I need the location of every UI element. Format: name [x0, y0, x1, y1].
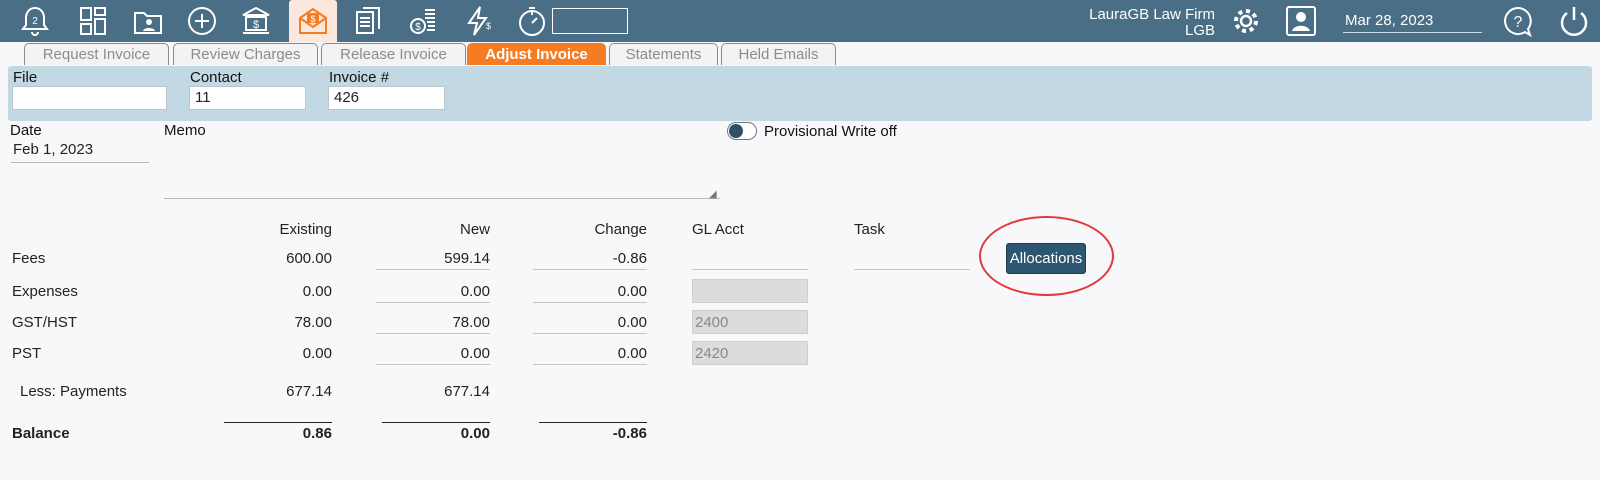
expenses-change-input[interactable]: 0.00	[533, 279, 647, 303]
pst-gl-field: 2420	[692, 341, 808, 365]
svg-text:$: $	[415, 22, 421, 33]
contact-label: Contact	[190, 69, 242, 86]
svg-text:$: $	[486, 21, 491, 31]
resize-grip-icon[interactable]: ◢	[709, 189, 717, 200]
col-task: Task	[854, 221, 885, 238]
top-toolbar: 2 $ $ $ $ LauraGB Law Firm LGB Mar 28, 2…	[0, 0, 1600, 42]
col-change: Change	[594, 221, 647, 238]
contact-input[interactable]: 11	[189, 86, 306, 110]
fees-task-input[interactable]	[854, 246, 970, 270]
dashboard-icon[interactable]	[69, 0, 117, 42]
fees-change-input[interactable]: -0.86	[533, 246, 647, 270]
help-icon[interactable]: ?	[1494, 0, 1542, 42]
svg-text:$: $	[310, 14, 315, 24]
allocations-button[interactable]: Allocations	[1006, 243, 1086, 274]
invoice-number-label: Invoice #	[329, 69, 390, 86]
gst-existing: 78.00	[294, 314, 332, 331]
balance-change: -0.86	[612, 425, 647, 442]
svg-text:2: 2	[32, 16, 38, 27]
memo-field[interactable]	[164, 142, 720, 199]
payments-existing: 677.14	[286, 383, 332, 400]
row-label-fees: Fees	[12, 250, 46, 267]
add-icon[interactable]	[178, 0, 226, 42]
payment-coins-icon[interactable]: $	[399, 0, 447, 42]
row-label-pst: PST	[12, 345, 42, 362]
provisional-writeoff-toggle[interactable]	[727, 122, 757, 140]
provisional-writeoff-label: Provisional Write off	[764, 123, 897, 140]
current-date[interactable]: Mar 28, 2023	[1343, 12, 1482, 33]
sum-rule-change	[539, 422, 647, 423]
sum-rule-existing	[224, 422, 332, 423]
fees-existing: 600.00	[286, 250, 332, 267]
fees-gl-input[interactable]	[692, 246, 808, 270]
svg-text:$: $	[253, 19, 259, 31]
col-existing: Existing	[279, 221, 332, 238]
bell-icon[interactable]: 2	[11, 0, 59, 42]
timer-input[interactable]	[552, 8, 628, 34]
sum-rule-new	[382, 422, 490, 423]
toggle-knob	[729, 124, 743, 138]
tab-review-charges[interactable]: Review Charges	[173, 43, 318, 65]
bank-icon[interactable]: $	[232, 0, 280, 42]
gst-new-input[interactable]: 78.00	[376, 310, 490, 334]
expenses-existing: 0.00	[302, 283, 332, 300]
balance-existing: 0.86	[302, 425, 332, 442]
fees-new-input[interactable]: 599.14	[376, 246, 490, 270]
expenses-gl-field	[692, 279, 808, 303]
row-label-gst-hst: GST/HST	[12, 314, 78, 331]
row-label-expenses: Expenses	[12, 283, 78, 300]
memo-label: Memo	[164, 122, 206, 139]
col-new: New	[459, 221, 490, 238]
row-label-balance: Balance	[12, 425, 70, 442]
firm-name: LauraGB Law Firm LGB	[1050, 7, 1215, 39]
invoice-number-input[interactable]: 426	[328, 86, 445, 110]
documents-icon[interactable]	[344, 0, 392, 42]
timer-icon[interactable]	[508, 0, 556, 42]
date-label: Date	[10, 122, 42, 139]
col-gl-acct: GL Acct	[692, 221, 744, 238]
file-label: File	[13, 69, 38, 86]
payments-new: 677.14	[444, 383, 490, 400]
gst-change-input[interactable]: 0.00	[533, 310, 647, 334]
date-field[interactable]: Feb 1, 2023	[11, 141, 149, 163]
power-icon[interactable]	[1550, 0, 1598, 42]
pst-existing: 0.00	[302, 345, 332, 362]
gst-gl-field: 2400	[692, 310, 808, 334]
billing-envelope-icon[interactable]: $	[289, 0, 337, 42]
row-label-payments: Less: Payments	[20, 383, 127, 400]
pst-change-input[interactable]: 0.00	[533, 341, 647, 365]
firm-code-text: LGB	[1184, 22, 1215, 39]
tab-statements[interactable]: Statements	[609, 43, 718, 65]
client-folder-icon[interactable]	[124, 0, 172, 42]
user-profile-icon[interactable]	[1277, 0, 1325, 42]
gear-icon[interactable]	[1222, 0, 1270, 42]
file-input[interactable]	[12, 86, 167, 110]
pst-new-input[interactable]: 0.00	[376, 341, 490, 365]
firm-name-text: LauraGB Law Firm	[1089, 6, 1215, 23]
tab-request-invoice[interactable]: Request Invoice	[24, 43, 169, 65]
expenses-new-input[interactable]: 0.00	[376, 279, 490, 303]
svg-text:?: ?	[1514, 14, 1523, 31]
tab-adjust-invoice[interactable]: Adjust Invoice	[467, 43, 606, 65]
tab-held-emails[interactable]: Held Emails	[721, 43, 836, 65]
balance-new: 0.00	[460, 425, 490, 442]
quick-action-icon[interactable]: $	[454, 0, 502, 42]
tab-release-invoice[interactable]: Release Invoice	[321, 43, 466, 65]
